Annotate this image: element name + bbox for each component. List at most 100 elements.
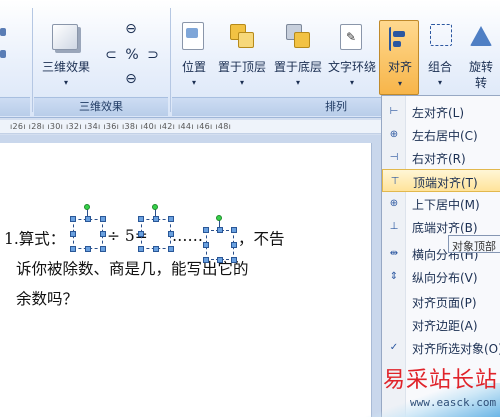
resize-handle[interactable]: [70, 216, 76, 222]
selected-shape-1[interactable]: [70, 204, 106, 252]
menu-item[interactable]: ⊕ 左右居中(C): [382, 123, 500, 146]
rotate-label: 旋转: [468, 60, 493, 74]
menu-item[interactable]: ⊤ 顶端对齐(T): [382, 169, 500, 192]
menu-item[interactable]: ⇕ 纵向分布(V): [382, 265, 500, 288]
menu-item[interactable]: 对齐页面(P): [382, 290, 500, 313]
question-line-2: 诉你被除数、商是几，能写出它的: [16, 260, 249, 278]
menu-item-label: 上下居中(M): [412, 198, 480, 212]
resize-handle[interactable]: [85, 216, 91, 222]
distribute-vertical-icon: ⇕: [389, 271, 399, 282]
resize-handle[interactable]: [231, 227, 237, 233]
position-button[interactable]: 位置 ▾: [176, 18, 212, 90]
resize-handle[interactable]: [203, 227, 209, 233]
resize-handle[interactable]: [153, 246, 159, 252]
question-line-3: 余数吗？: [16, 290, 79, 308]
align-label: 对齐: [387, 60, 412, 74]
resize-handle[interactable]: [138, 231, 144, 237]
align-icon-bar-2: [393, 41, 401, 47]
rotate-label-suffix: 转: [474, 76, 487, 90]
bring-to-front-button[interactable]: 置于顶层 ▾: [214, 18, 270, 90]
question-dots: ……: [172, 227, 203, 245]
partial-left-icon-2[interactable]: [0, 50, 6, 58]
3d-effects-button[interactable]: 三维效果 ▾: [38, 18, 94, 88]
resize-handle[interactable]: [138, 216, 144, 222]
text-wrap-label: 文字环绕: [327, 60, 376, 74]
align-left-icon: ⊢: [389, 106, 399, 117]
group-icon: [430, 24, 452, 46]
watermark-logo-text: 易采站长站: [383, 368, 499, 393]
document-area: 1.算式： ÷ 5= …… ，不告 诉你被除数、商是几，能写出它的 余数吗？: [0, 135, 382, 417]
resize-handle[interactable]: [168, 246, 174, 252]
separator: [170, 8, 171, 112]
group-label: 组合: [427, 60, 452, 74]
document-page[interactable]: 1.算式： ÷ 5= …… ，不告 诉你被除数、商是几，能写出它的 余数吗？: [0, 143, 372, 417]
resize-handle[interactable]: [100, 231, 106, 237]
resize-handle[interactable]: [100, 246, 106, 252]
group-caption-3d: 三维效果: [34, 97, 168, 116]
rotate-button[interactable]: 旋转 转: [462, 18, 500, 90]
resize-handle[interactable]: [217, 227, 223, 233]
resize-handle[interactable]: [217, 257, 223, 263]
chevron-down-icon: ▾: [397, 79, 402, 88]
selection-box: [141, 219, 171, 249]
menu-item[interactable]: ⊣ 右对齐(R): [382, 146, 500, 169]
group-button[interactable]: 组合 ▾: [420, 18, 460, 90]
tooltip: 对象顶部: [448, 235, 500, 253]
tilt-right-icon[interactable]: ⊃: [145, 48, 161, 62]
resize-handle[interactable]: [100, 216, 106, 222]
menu-item[interactable]: ✓ 对齐所选对象(O): [382, 336, 500, 359]
menu-item-label: 左右居中(C): [412, 129, 478, 143]
resize-handle[interactable]: [85, 246, 91, 252]
menu-item-label: 顶端对齐(T): [413, 176, 478, 190]
distribute-horizontal-icon: ⇹: [389, 248, 399, 259]
tilt-left-icon[interactable]: ⊂: [103, 48, 119, 62]
align-center-icon: ⊕: [389, 129, 399, 140]
text-wrap-button[interactable]: ✎ 文字环绕 ▾: [326, 18, 378, 90]
chevron-down-icon: ▾: [239, 78, 244, 87]
selected-shape-3[interactable]: [203, 215, 237, 263]
resize-handle[interactable]: [153, 216, 159, 222]
resize-handle[interactable]: [231, 257, 237, 263]
menu-item[interactable]: ⊢ 左对齐(L): [382, 100, 500, 123]
resize-handle[interactable]: [70, 246, 76, 252]
text-wrap-icon: ✎: [340, 24, 362, 50]
menu-item-label: 左对齐(L): [412, 106, 465, 120]
chevron-down-icon: ▾: [191, 78, 196, 87]
horizontal-ruler: ı26ı ı28ı ı30ı ı32ı ı34ı ı36ı ı38ı ı40ı …: [0, 120, 382, 134]
resize-handle[interactable]: [203, 242, 209, 248]
resize-handle[interactable]: [70, 231, 76, 237]
bring-to-front-label: 置于顶层: [217, 60, 266, 74]
rotate-handle[interactable]: [84, 204, 90, 210]
tilt-up-icon[interactable]: ⊖: [123, 22, 139, 36]
align-button[interactable]: 对齐 ▾: [379, 20, 419, 95]
selected-shape-2[interactable]: [138, 204, 174, 252]
resize-handle[interactable]: [168, 216, 174, 222]
chevron-down-icon: ▾: [349, 78, 354, 87]
3d-effects-label: 三维效果: [41, 60, 90, 74]
rotate-handle[interactable]: [152, 204, 158, 210]
ruler-ticks: ı26ı ı28ı ı30ı ı32ı ı34ı ı36ı ı38ı ı40ı …: [10, 122, 232, 131]
3d-toggle-icon[interactable]: %: [124, 48, 140, 62]
tilt-down-icon[interactable]: ⊖: [123, 72, 139, 86]
align-top-icon: ⊤: [390, 176, 400, 187]
menu-item-label: 对齐所选对象(O): [412, 342, 500, 356]
partial-left-icon[interactable]: [0, 28, 6, 36]
align-bottom-icon: ⊥: [389, 221, 399, 232]
rotate-handle[interactable]: [216, 215, 222, 221]
align-icon-bar: [393, 31, 405, 37]
selection-box: [73, 219, 103, 249]
3d-cube-icon: [52, 24, 78, 50]
menu-item[interactable]: 对齐边距(A): [382, 313, 500, 336]
question-suffix: ，不告: [238, 230, 285, 248]
menu-item[interactable]: ⊕ 上下居中(M): [382, 192, 500, 215]
resize-handle[interactable]: [138, 246, 144, 252]
resize-handle[interactable]: [203, 257, 209, 263]
send-to-back-button[interactable]: 置于底层 ▾: [270, 18, 326, 90]
bring-to-front-icon-back: [238, 32, 254, 48]
rotate-icon: [470, 26, 492, 46]
resize-handle[interactable]: [168, 231, 174, 237]
resize-handle[interactable]: [231, 242, 237, 248]
menu-item-label: 对齐边距(A): [412, 319, 478, 333]
menu-item-label: 对齐页面(P): [412, 296, 477, 310]
checkmark-icon: ✓: [389, 342, 399, 353]
